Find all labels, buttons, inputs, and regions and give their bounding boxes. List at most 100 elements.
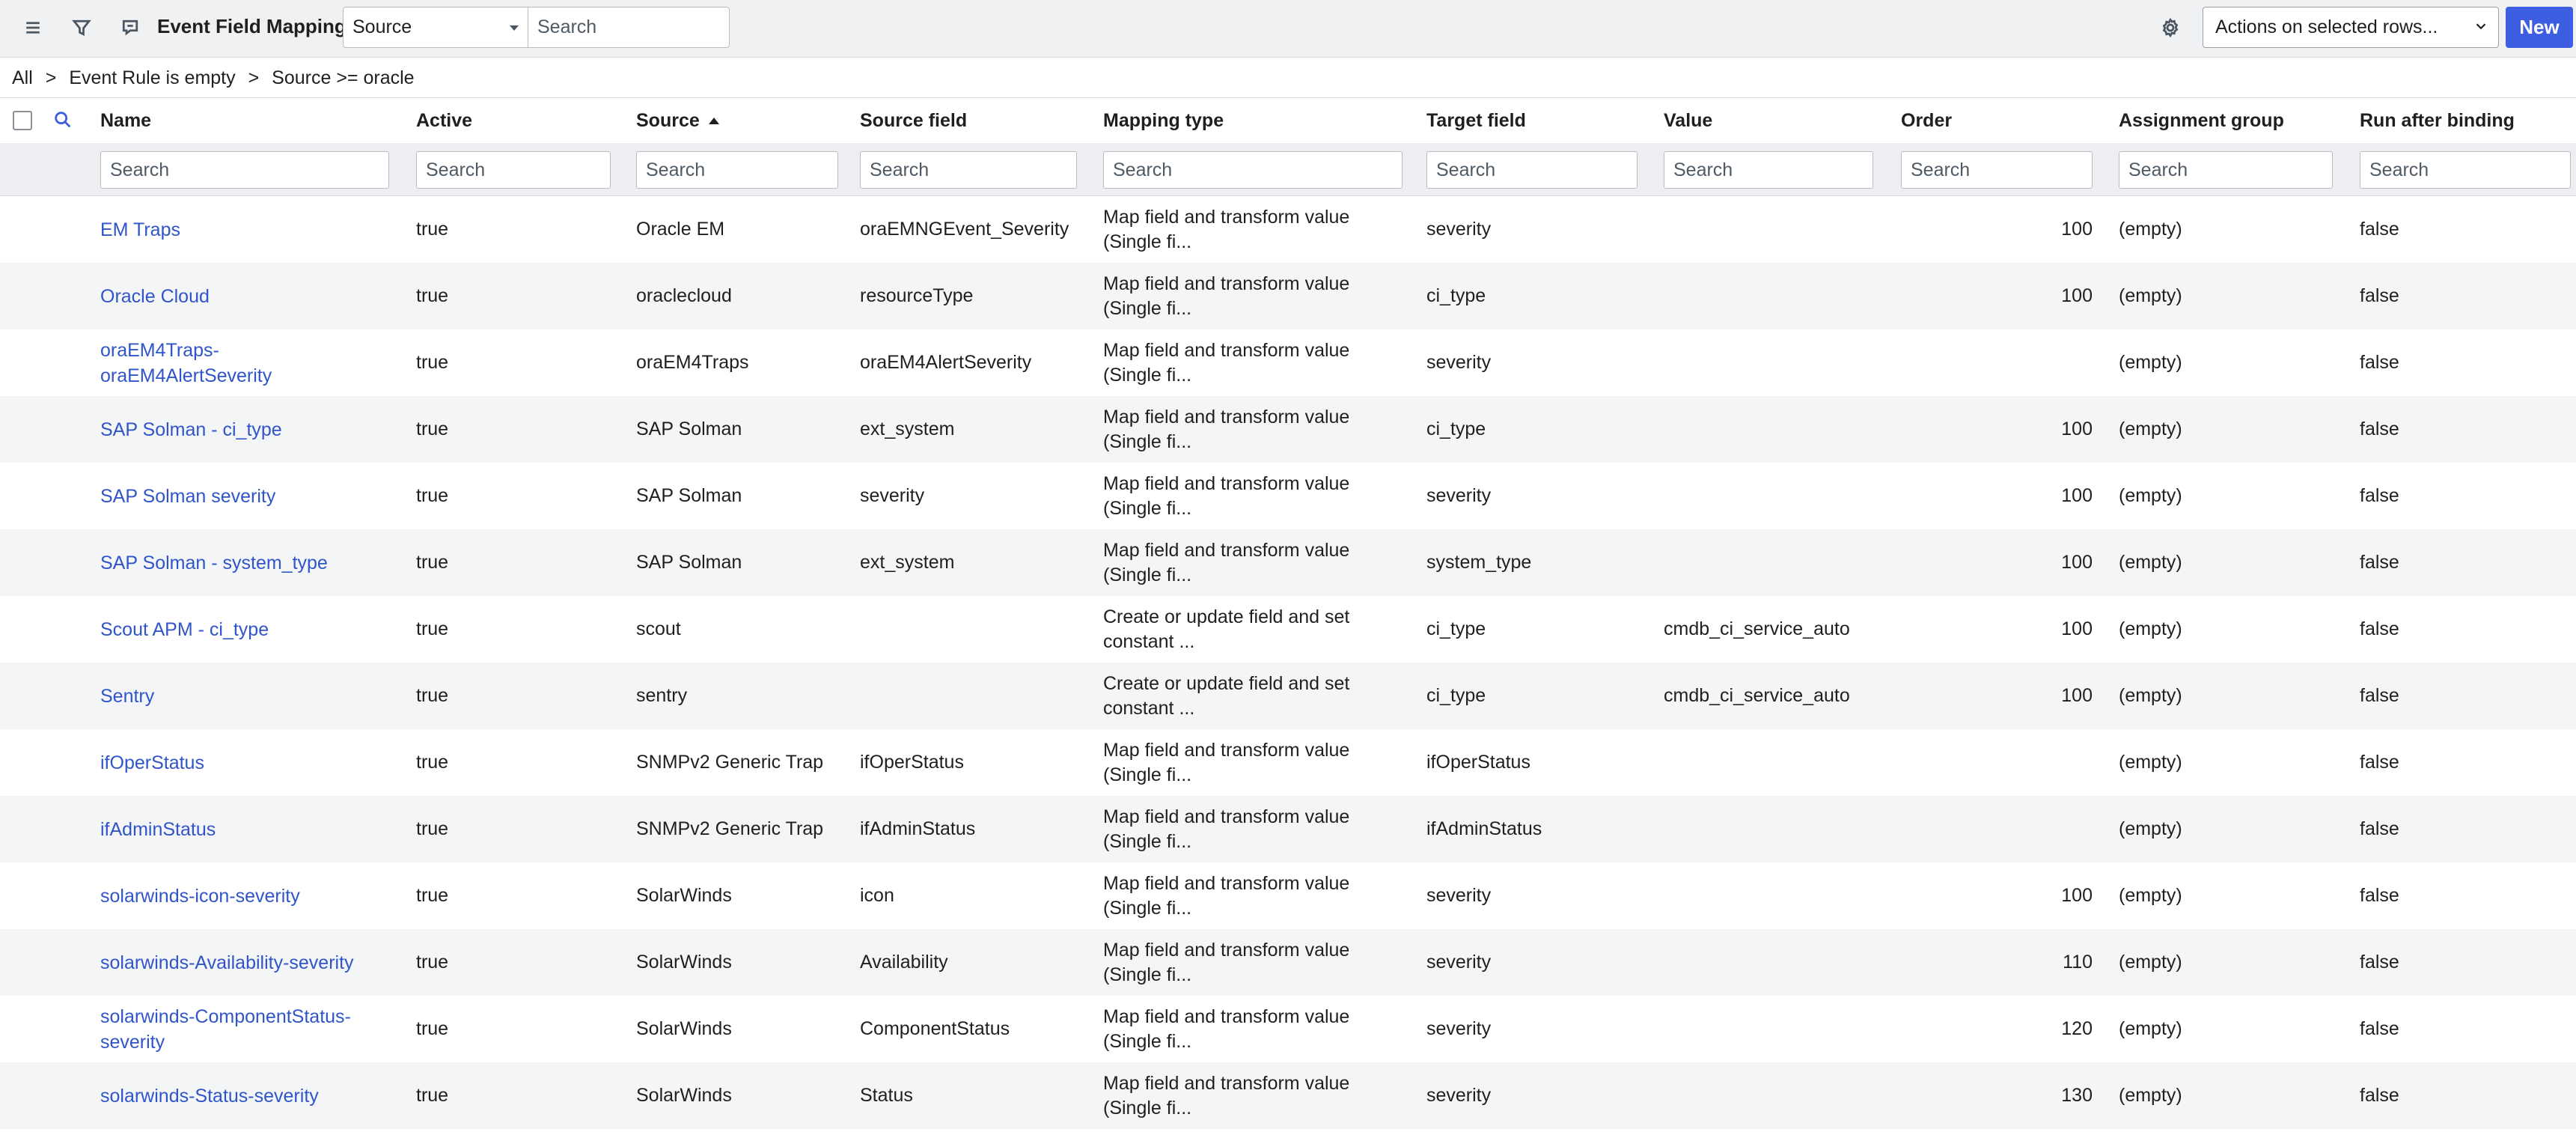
record-link[interactable]: SAP Solman - system_type xyxy=(100,550,328,576)
cell-assignment-group: (empty) xyxy=(2119,618,2182,639)
breadcrumb-item[interactable]: All xyxy=(12,67,33,88)
table-row[interactable]: oraEM4Traps-oraEM4AlertSeverity true oraEM… xyxy=(0,329,2576,396)
cell-assignment-group: (empty) xyxy=(2119,952,2182,973)
table-row[interactable]: SAP Solman severity true SAP Solman severit… xyxy=(0,463,2576,529)
column-header-mapping-type[interactable]: Mapping type xyxy=(1103,98,1403,143)
table-row[interactable]: Sentry true sentry Create or update field a… xyxy=(0,663,2576,729)
record-link[interactable]: ifAdminStatus xyxy=(100,817,216,842)
cell-mapping-type: Map field and transform value (Single fi.… xyxy=(1103,796,1403,862)
column-search-run-after-binding[interactable] xyxy=(2360,151,2571,189)
column-header-source-field[interactable]: Source field xyxy=(860,98,1077,143)
select-all-checkbox[interactable] xyxy=(13,111,32,130)
column-header-run-after-binding[interactable]: Run after binding xyxy=(2360,98,2571,143)
column-search-value[interactable] xyxy=(1664,151,1873,189)
cell-mapping-type: Map field and transform value (Single fi.… xyxy=(1103,396,1403,463)
breadcrumb-item[interactable]: Source >= oracle xyxy=(272,67,414,88)
table-row[interactable]: solarwinds-icon-severity true SolarWinds ic… xyxy=(0,862,2576,929)
table-row[interactable]: SAP Solman - system_type true SAP Solman ex… xyxy=(0,529,2576,596)
cell-mapping-type: Map field and transform value (Single fi.… xyxy=(1103,463,1403,529)
menu-icon[interactable] xyxy=(18,13,48,43)
cell-order: 100 xyxy=(2061,485,2093,506)
column-header-value[interactable]: Value xyxy=(1664,98,1873,143)
cell-assignment-group: (empty) xyxy=(2119,419,2182,439)
column-search-order[interactable] xyxy=(1901,151,2093,189)
column-search-name[interactable] xyxy=(100,151,389,189)
cell-active: true xyxy=(416,618,449,639)
table-row[interactable]: solarwinds-Status-severity true SolarWinds… xyxy=(0,1062,2576,1129)
column-header-assignment-group[interactable]: Assignment group xyxy=(2119,98,2333,143)
column-header-active[interactable]: Active xyxy=(416,98,611,143)
column-header-name[interactable]: Name xyxy=(100,98,389,143)
text-line: Create or update field and set xyxy=(1103,672,1350,694)
record-link[interactable]: ifOperStatus xyxy=(100,750,204,776)
cell-source: SolarWinds xyxy=(636,885,732,906)
cell-mapping-type: Map field and transform value (Single fi.… xyxy=(1103,529,1403,596)
cell-name: Sentry xyxy=(100,663,389,729)
table-row[interactable]: solarwinds-ComponentStatus-severity true S… xyxy=(0,996,2576,1062)
column-header-target-field[interactable]: Target field xyxy=(1426,98,1638,143)
column-header-label: Target field xyxy=(1426,109,1526,131)
text-line: Map field and transform value xyxy=(1103,1005,1350,1027)
cell-value xyxy=(1664,929,1873,996)
record-link[interactable]: Oracle Cloud xyxy=(100,284,210,309)
text-line: (Single fi... xyxy=(1103,1030,1192,1052)
cell-source-field: ifAdminStatus xyxy=(860,818,976,839)
search-icon[interactable] xyxy=(52,109,73,130)
cell-mapping-type: Create or update field and set constant .… xyxy=(1103,596,1403,663)
column-search-source-field[interactable] xyxy=(860,151,1077,189)
cell-run-after-binding: false xyxy=(2360,952,2399,973)
table-row[interactable]: ifAdminStatus true SNMPv2 Generic Trap ifAd… xyxy=(0,796,2576,862)
text-line: (Single fi... xyxy=(1103,297,1192,319)
table-row[interactable]: Oracle Cloud true oraclecloud resourceType M… xyxy=(0,263,2576,329)
table-row[interactable]: SAP Solman - ci_type true SAP Solman ext_sy… xyxy=(0,396,2576,463)
table-row[interactable]: EM Traps true Oracle EM oraEMNGEvent_Severi… xyxy=(0,196,2576,263)
record-link[interactable]: Scout APM - ci_type xyxy=(100,617,269,642)
gear-icon[interactable] xyxy=(2155,13,2185,43)
record-link[interactable]: SAP Solman severity xyxy=(100,484,275,509)
text-line: constant ... xyxy=(1103,697,1195,719)
record-link[interactable]: SAP Solman - ci_type xyxy=(100,417,282,442)
cell-name: solarwinds-icon-severity xyxy=(100,862,389,929)
cell-assignment-group: (empty) xyxy=(2119,752,2182,773)
column-header-label: Name xyxy=(100,109,152,131)
column-search-target-field[interactable] xyxy=(1426,151,1638,189)
table-row[interactable]: solarwinds-Availability-severity true Sola… xyxy=(0,929,2576,996)
table-row[interactable]: ifOperStatus true SNMPv2 Generic Trap ifOpe… xyxy=(0,729,2576,796)
text-line: Oracle Cloud xyxy=(100,285,210,307)
filter-icon[interactable] xyxy=(67,13,97,43)
column-search-mapping-type[interactable] xyxy=(1103,151,1403,189)
cell-active: true xyxy=(416,552,449,573)
record-link[interactable]: solarwinds-icon-severity xyxy=(100,883,300,909)
cell-active: true xyxy=(416,685,449,706)
column-header-label: Active xyxy=(416,109,473,131)
column-search-active[interactable] xyxy=(416,151,611,189)
cell-active: true xyxy=(416,952,449,973)
actions-on-selected-rows-select[interactable]: Actions on selected rows... xyxy=(2203,7,2499,48)
chat-icon[interactable] xyxy=(115,13,145,43)
cell-run-after-binding: false xyxy=(2360,285,2399,306)
cell-name: Scout APM - ci_type xyxy=(100,596,389,663)
column-header-label: Assignment group xyxy=(2119,109,2284,131)
cell-mapping-type: Map field and transform value (Single fi.… xyxy=(1103,1062,1403,1129)
record-link[interactable]: solarwinds-Availability-severity xyxy=(100,950,354,976)
column-header-source[interactable]: Source xyxy=(636,98,838,143)
record-link[interactable]: oraEM4Traps-oraEM4AlertSeverity xyxy=(100,338,272,389)
breadcrumb-item[interactable]: Event Rule is empty xyxy=(69,67,235,88)
column-search-assignment-group[interactable] xyxy=(2119,151,2333,189)
cell-order: 120 xyxy=(2061,1018,2093,1039)
record-link[interactable]: EM Traps xyxy=(100,217,180,243)
search-field-select[interactable]: Source xyxy=(343,7,528,48)
cell-run-after-binding: false xyxy=(2360,1085,2399,1106)
record-link[interactable]: Sentry xyxy=(100,684,154,709)
column-header-order[interactable]: Order xyxy=(1901,98,2093,143)
new-button[interactable]: New xyxy=(2506,7,2573,48)
list-search-input[interactable] xyxy=(528,7,730,48)
text-line: Map field and transform value xyxy=(1103,273,1350,294)
column-search-source[interactable] xyxy=(636,151,838,189)
mapping-type-text: Map field and transform value (Single fi.… xyxy=(1103,871,1349,921)
table-row[interactable]: Scout APM - ci_type true scout Create or up… xyxy=(0,596,2576,663)
record-link[interactable]: solarwinds-Status-severity xyxy=(100,1083,319,1109)
mapping-type-text: Map field and transform value (Single fi.… xyxy=(1103,938,1349,988)
cell-mapping-type: Map field and transform value (Single fi.… xyxy=(1103,929,1403,996)
record-link[interactable]: solarwinds-ComponentStatus-severity xyxy=(100,1004,351,1055)
